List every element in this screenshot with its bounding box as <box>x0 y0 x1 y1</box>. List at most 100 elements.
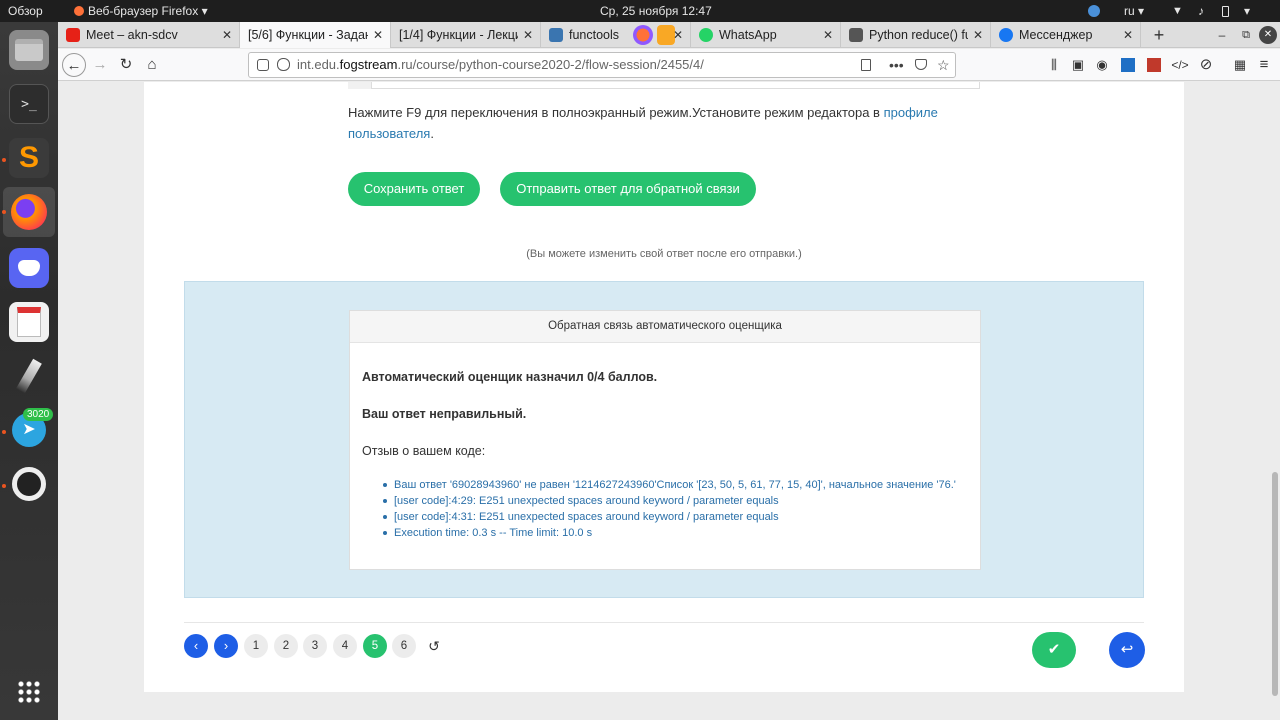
reader-view-icon[interactable] <box>861 59 871 71</box>
confirm-check-button[interactable]: ✔ <box>1032 632 1076 668</box>
close-tab-icon[interactable]: ✕ <box>673 22 683 48</box>
home-button[interactable]: ⌂ <box>140 53 164 77</box>
screenshot-icon[interactable] <box>1116 53 1140 77</box>
firefox-tray-icon <box>74 6 84 16</box>
tab-functools[interactable]: functools ✕ <box>541 22 691 48</box>
running-indicator <box>2 484 6 488</box>
code-editor-bottom[interactable] <box>348 82 980 89</box>
forward-button[interactable]: → <box>88 53 112 77</box>
tab-whatsapp[interactable]: WhatsApp ✕ <box>691 22 841 48</box>
navigation-toolbar: ← → ↻ ⌂ int.edu.fogstream.ru/course/pyth… <box>58 49 1280 81</box>
close-tab-icon[interactable]: ✕ <box>373 22 383 48</box>
url-domain: fogstream <box>339 57 398 72</box>
clock[interactable]: Ср, 25 ноября 12:47 <box>600 0 712 22</box>
sidebar-icon[interactable]: ▣ <box>1066 53 1090 77</box>
page-button-6[interactable]: 6 <box>392 634 416 658</box>
back-button[interactable]: ← <box>62 53 86 77</box>
extension-red-icon[interactable] <box>1142 53 1166 77</box>
firefox-app-icon[interactable] <box>9 192 49 232</box>
site-info-icon[interactable] <box>257 59 269 71</box>
return-arrow-button[interactable]: ↩ <box>1109 632 1145 668</box>
files-app-icon[interactable] <box>9 30 49 70</box>
submit-for-feedback-button[interactable]: Отправить ответ для обратной связи <box>500 172 756 206</box>
next-page-button[interactable]: › <box>214 634 238 658</box>
system-menu-icon[interactable]: ▾ <box>1244 0 1250 22</box>
tab-meet[interactable]: Meet – akn-sdcv ✕ <box>58 22 240 48</box>
menu-hamburger-icon[interactable]: ≡ <box>1252 53 1276 77</box>
feedback-list: Ваш ответ '69028943960' не равен '121462… <box>380 477 956 541</box>
activities-button[interactable]: Обзор <box>8 0 43 22</box>
update-icon[interactable] <box>1088 5 1100 17</box>
tab-label: Мессенджер <box>1019 28 1093 42</box>
youtube-favicon-icon <box>66 28 80 42</box>
wifi-icon[interactable]: ▼ <box>1172 0 1183 22</box>
devtools-icon[interactable]: </> <box>1168 53 1192 77</box>
python-favicon-icon <box>549 28 563 42</box>
pocket-icon[interactable] <box>915 59 927 70</box>
discord-app-icon[interactable] <box>9 248 49 288</box>
library-icon[interactable]: ⫼ <box>1042 53 1066 77</box>
task-card: Нажмите F9 для переключения в полноэкран… <box>144 82 1184 692</box>
tab-lecture[interactable]: [1/4] Функции - Лекция ✕ <box>391 22 541 48</box>
tab-task[interactable]: [5/6] Функции - Задание ✕ <box>240 22 391 48</box>
page-button-3[interactable]: 3 <box>303 634 327 658</box>
tab-messenger[interactable]: Мессенджер ✕ <box>991 22 1141 48</box>
tab-python-reduce[interactable]: Python reduce() fu ✕ <box>841 22 991 48</box>
terminal-app-icon[interactable]: >_ <box>9 84 49 124</box>
close-tab-icon[interactable]: ✕ <box>973 22 983 48</box>
close-tab-icon[interactable]: ✕ <box>1123 22 1133 48</box>
ubuntu-dock: >_ S ➤ 3020 <box>0 22 58 720</box>
sublime-text-app-icon[interactable]: S <box>9 138 49 178</box>
editor-hint-end: . <box>430 126 434 141</box>
verdict-text: Ваш ответ неправильный. <box>362 407 527 421</box>
tab-label: functools <box>569 28 620 42</box>
tracking-protection-icon[interactable] <box>277 58 290 71</box>
url-suffix: .ru <box>397 57 413 72</box>
page-button-1[interactable]: 1 <box>244 634 268 658</box>
reload-button[interactable]: ↻ <box>114 53 138 77</box>
restore-window-button[interactable]: ⧉ <box>1236 22 1256 48</box>
edit-after-submit-note: (Вы можете изменить свой ответ после его… <box>526 248 802 260</box>
inkscape-app-icon[interactable] <box>9 356 49 396</box>
previous-page-button[interactable]: ‹ <box>184 634 208 658</box>
document-icon <box>17 307 41 337</box>
close-tab-icon[interactable]: ✕ <box>222 22 232 48</box>
extension-red-glyph-icon <box>1147 58 1161 73</box>
feedback-item: Ваш ответ '69028943960' не равен '121462… <box>380 477 956 493</box>
page-button-5-current[interactable]: 5 <box>363 634 387 658</box>
bookmark-star-icon[interactable]: ☆ <box>937 53 950 77</box>
settings-app-icon[interactable] <box>9 464 49 504</box>
extension-circle-icon[interactable]: ⊘ <box>1194 53 1218 77</box>
app-menu[interactable]: Веб-браузер Firefox ▾ <box>74 0 208 22</box>
gear-icon <box>12 467 46 501</box>
close-tab-icon[interactable]: ✕ <box>523 22 533 48</box>
page-button-4[interactable]: 4 <box>333 634 357 658</box>
site-favicon-icon <box>849 28 863 42</box>
address-bar[interactable]: int.edu.fogstream.ru/course/python-cours… <box>248 52 956 78</box>
page-scrollbar[interactable] <box>1272 472 1278 696</box>
account-icon[interactable]: ◉ <box>1090 53 1114 77</box>
auto-grader-feedback-box: Обратная связь автоматического оценщика … <box>349 310 981 570</box>
minimize-window-button[interactable]: – <box>1212 22 1232 48</box>
page-button-2[interactable]: 2 <box>274 634 298 658</box>
new-tab-button[interactable]: + <box>1146 22 1172 48</box>
show-applications-button[interactable] <box>9 672 49 712</box>
close-window-button[interactable]: ✕ <box>1259 26 1277 44</box>
history-icon[interactable]: ↺ <box>422 634 446 658</box>
feedback-item: Execution time: 0.3 s -- Time limit: 10.… <box>380 525 956 541</box>
feedback-item: [user code]:4:31: E251 unexpected spaces… <box>380 509 956 525</box>
pen-icon <box>16 358 42 394</box>
save-answer-button[interactable]: Сохранить ответ <box>348 172 480 206</box>
close-tab-icon[interactable]: ✕ <box>823 22 833 48</box>
keyboard-layout[interactable]: ru ▾ <box>1124 0 1144 22</box>
divider <box>184 622 1144 623</box>
screenshot-glyph-icon <box>1121 58 1135 73</box>
document-viewer-app-icon[interactable] <box>9 302 49 342</box>
firefox-overlay-icon <box>633 25 653 45</box>
telegram-app-icon[interactable]: ➤ 3020 <box>9 408 54 450</box>
page-actions-icon[interactable]: ••• <box>889 53 904 77</box>
folder-icon <box>15 39 43 61</box>
extensions-grid-icon[interactable]: ▦ <box>1228 53 1252 77</box>
volume-icon[interactable]: ♪ <box>1198 0 1204 22</box>
battery-icon[interactable] <box>1222 6 1229 17</box>
